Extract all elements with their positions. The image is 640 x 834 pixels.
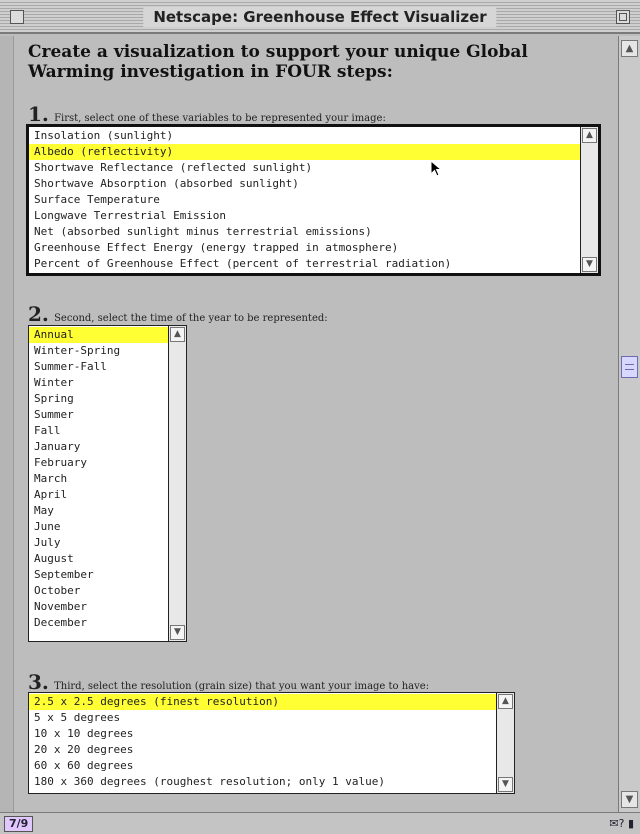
time-of-year-select-list[interactable]: Annual Winter-Spring Summer-Fall Winter Spri…: [28, 325, 187, 642]
scrollbar-thumb[interactable]: [621, 356, 638, 378]
status-bar: 7/9 ✉? ▮: [0, 812, 640, 834]
window-scrollbar[interactable]: ▲ ▼: [618, 36, 640, 812]
list-option[interactable]: Summer: [29, 407, 168, 423]
window-title: Netscape: Greenhouse Effect Visualizer: [143, 7, 497, 27]
list-option[interactable]: 60 x 60 degrees: [29, 758, 496, 774]
close-box-icon[interactable]: [10, 10, 24, 24]
list-option[interactable]: Net (absorbed sunlight minus terrestrial…: [29, 224, 580, 240]
list-option[interactable]: Percent of Greenhouse Effect (percent of…: [29, 256, 580, 272]
step3-number: 3.: [28, 670, 49, 694]
list-option[interactable]: October: [29, 583, 168, 599]
list-option[interactable]: June: [29, 519, 168, 535]
up-arrow-icon[interactable]: ▲: [498, 694, 513, 709]
mouse-pointer-icon: [430, 160, 443, 177]
list-option[interactable]: Insolation (sunlight): [29, 128, 580, 144]
list-option[interactable]: 20 x 20 degrees: [29, 742, 496, 758]
list-option[interactable]: 2.5 x 2.5 degrees (finest resolution): [29, 694, 496, 710]
list-option[interactable]: May: [29, 503, 168, 519]
list-option[interactable]: August: [29, 551, 168, 567]
list-option[interactable]: February: [29, 455, 168, 471]
down-arrow-icon[interactable]: ▼: [170, 625, 185, 640]
list-option[interactable]: Fall: [29, 423, 168, 439]
window-title-bar[interactable]: Netscape: Greenhouse Effect Visualizer: [0, 0, 640, 34]
list-option[interactable]: Surface Temperature: [29, 192, 580, 208]
zoom-box-icon[interactable]: [616, 10, 630, 24]
step1-number: 1.: [28, 102, 49, 126]
down-arrow-icon[interactable]: ▼: [621, 791, 638, 808]
list-option[interactable]: July: [29, 535, 168, 551]
page-headline: Create a visualization to support your u…: [28, 42, 528, 82]
step1-text: First, select one of these variables to …: [54, 113, 386, 124]
down-arrow-icon[interactable]: ▼: [582, 257, 597, 272]
up-arrow-icon[interactable]: ▲: [621, 40, 638, 57]
step3-label: 3. Third, select the resolution (grain s…: [28, 670, 429, 694]
page-content: Create a visualization to support your u…: [14, 36, 618, 812]
resolution-list-scrollbar[interactable]: ▲ ▼: [496, 693, 514, 793]
list-option[interactable]: Greenhouse Effect Energy (energy trapped…: [29, 240, 580, 256]
left-margin-strip: [0, 36, 14, 812]
list-option[interactable]: November: [29, 599, 168, 615]
list-option[interactable]: Spring: [29, 391, 168, 407]
list-option[interactable]: Longwave Terrestrial Emission: [29, 208, 580, 224]
down-arrow-icon[interactable]: ▼: [498, 777, 513, 792]
time-list-scrollbar[interactable]: ▲ ▼: [168, 326, 186, 641]
resolution-select-list[interactable]: 2.5 x 2.5 degrees (finest resolution) 5 x…: [28, 692, 515, 794]
variable-select-list[interactable]: Insolation (sunlight) Albedo (reflectivit…: [26, 124, 601, 276]
list-option[interactable]: December: [29, 615, 168, 631]
up-arrow-icon[interactable]: ▲: [582, 128, 597, 143]
list-option[interactable]: 5 x 5 degrees: [29, 710, 496, 726]
list-option[interactable]: April: [29, 487, 168, 503]
step3-text: Third, select the resolution (grain size…: [54, 681, 430, 692]
list-option[interactable]: Winter-Spring: [29, 343, 168, 359]
list-option[interactable]: Summer-Fall: [29, 359, 168, 375]
list-option[interactable]: Annual: [29, 327, 168, 343]
list-option[interactable]: Albedo (reflectivity): [29, 144, 580, 160]
list-option[interactable]: 10 x 10 degrees: [29, 726, 496, 742]
zoom-indicator[interactable]: 7/9: [4, 816, 34, 832]
list-option[interactable]: March: [29, 471, 168, 487]
list-option[interactable]: Winter: [29, 375, 168, 391]
list-option[interactable]: Shortwave Absorption (absorbed sunlight): [29, 176, 580, 192]
list-option[interactable]: January: [29, 439, 168, 455]
variable-list-scrollbar[interactable]: ▲ ▼: [580, 127, 598, 273]
list-option[interactable]: Shortwave Reflectance (reflected sunligh…: [29, 160, 580, 176]
list-option[interactable]: September: [29, 567, 168, 583]
step2-label: 2. Second, select the time of the year t…: [28, 302, 328, 326]
up-arrow-icon[interactable]: ▲: [170, 327, 185, 342]
step2-text: Second, select the time of the year to b…: [54, 313, 328, 324]
step2-number: 2.: [28, 302, 49, 326]
status-icons[interactable]: ✉? ▮: [609, 816, 634, 832]
list-option[interactable]: 180 x 360 degrees (roughest resolution; …: [29, 774, 496, 790]
step1-label: 1. First, select one of these variables …: [28, 102, 386, 126]
